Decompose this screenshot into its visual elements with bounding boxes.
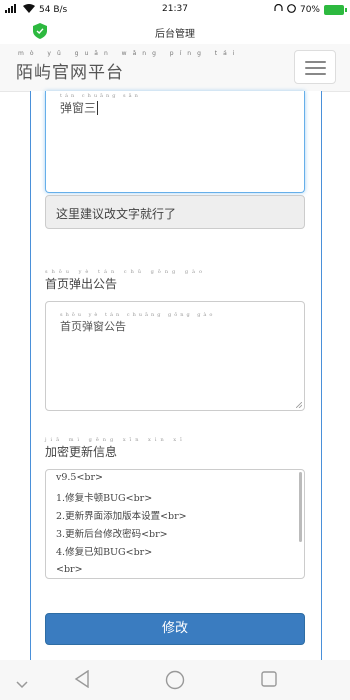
page-title: 后台管理 [155,29,195,40]
home-icon[interactable] [165,670,185,694]
chevron-down-icon[interactable] [16,674,28,693]
popup-title-textarea[interactable]: tán chuāng sān 弹窗三​ [45,91,305,193]
resize-handle-icon[interactable] [296,402,302,408]
system-nav-bar [0,660,350,700]
update-info-label-pinyin: jiā mì gēng xīn xìn xī [45,437,186,443]
update-info-textarea[interactable]: v9.5<br> 1.修复卡顿BUG<br> 2.更新界面添加版本设置<br> … [45,469,305,579]
home-notice-value-pinyin: shǒu yè tán chuāng gōng gào [60,312,216,318]
recent-apps-icon[interactable] [261,671,277,691]
update-line: 3.更新后台修改密码<br> [56,529,168,540]
update-line: 2.更新界面添加版本设置<br> [56,511,187,522]
status-right: 70% [274,3,347,16]
battery-percent: 70% [299,5,320,15]
home-notice-textarea[interactable]: shǒu yè tán chuāng gōng gào 首页弹窗公告 [45,301,305,411]
popup-title-pinyin: tán chuāng sān [60,93,141,99]
site-brand[interactable]: 陌屿官网平台 [16,58,124,83]
status-bar: 54 B/s 21:37 70% [0,0,350,20]
update-info-label: jiā mì gēng xīn xìn xī 加密更新信息 [45,437,186,459]
submit-label: 修改 [161,621,188,636]
brand-pinyin: mò yǔ guān wǎng píng tái [18,50,241,57]
text-cursor: ​ [97,101,99,115]
headphone-icon [274,3,283,16]
back-icon[interactable] [74,669,90,692]
hamburger-icon [305,67,326,69]
top-navbar: mò yǔ guān wǎng píng tái 陌屿官网平台 [0,44,350,92]
update-line: 1.修复卡顿BUG<br> [56,493,153,504]
app-title-bar: 后台管理 [0,20,350,44]
home-notice-value: shǒu yè tán chuāng gōng gào 首页弹窗公告 [60,312,216,333]
home-notice-label-pinyin: shǒu yè tán chū gōng gào [45,269,207,275]
battery-icon [324,5,347,15]
textarea-scrollbar[interactable] [299,472,302,542]
update-line: 4.修复已知BUG<br> [56,547,153,558]
home-notice-label: shǒu yè tán chū gōng gào 首页弹出公告 [45,269,207,291]
popup-title-value: tán chuāng sān 弹窗三​ [60,93,141,115]
submit-button[interactable]: 修改 [45,613,305,645]
form-panel: tán chuāng sān 弹窗三​ 这里建议改文字就行了 shǒu yè t… [30,91,322,660]
hamburger-icon [305,73,326,75]
update-line: <br> [56,564,83,575]
hamburger-icon [305,61,326,63]
alarm-icon [287,4,296,16]
update-line: v9.5<br> [56,472,104,483]
menu-toggle-button[interactable] [294,50,336,84]
popup-help-text: 这里建议改文字就行了 [45,195,305,229]
